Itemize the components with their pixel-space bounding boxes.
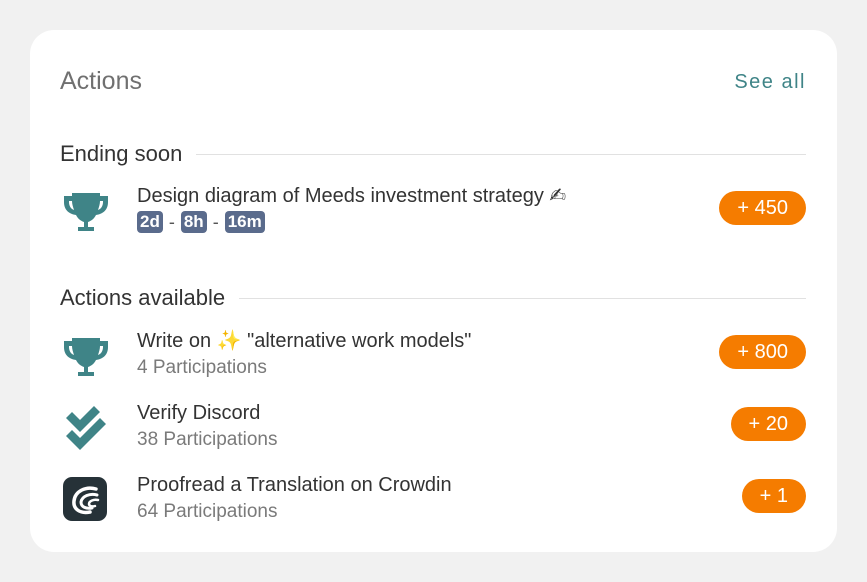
section-divider (196, 153, 806, 155)
points-badge[interactable]: + 450 (719, 191, 806, 225)
trophy-icon (60, 186, 112, 238)
countdown-days: 2d (137, 211, 163, 233)
action-row[interactable]: Write on ✨ "alternative work models" 4 P… (60, 329, 806, 385)
card-title: Actions (60, 67, 142, 95)
section-divider (239, 297, 806, 299)
action-row[interactable]: Design diagram of Meeds investment strat… (60, 184, 806, 240)
section-actions-available: Actions available (60, 285, 806, 311)
countdown-minutes: 16m (224, 211, 265, 233)
points-badge[interactable]: + 20 (730, 407, 806, 441)
actions-card: Actions See all Ending soon Design diagr… (30, 30, 837, 552)
action-title[interactable]: Proofread a Translation on Crowdin (137, 473, 452, 497)
countdown-hours: 8h (180, 211, 207, 233)
points-badge[interactable]: + 800 (719, 335, 806, 369)
action-title[interactable]: Verify Discord (137, 401, 260, 425)
action-row[interactable]: Proofread a Translation on Crowdin 64 Pa… (60, 473, 806, 529)
participations-count: 4 Participations (137, 357, 267, 378)
participations-count: 64 Participations (137, 501, 278, 522)
section-ending-soon-label: Ending soon (60, 141, 183, 166)
action-row[interactable]: Verify Discord 38 Participations + 20 (60, 401, 806, 457)
section-actions-available-label: Actions available (60, 285, 226, 310)
countdown: 2d - 8h - 16m (137, 211, 265, 233)
countdown-separator: - (168, 211, 175, 232)
action-title[interactable]: Write on ✨ "alternative work models" (137, 329, 471, 353)
section-ending-soon: Ending soon (60, 141, 806, 167)
points-badge[interactable]: + 1 (741, 479, 806, 513)
see-all-link[interactable]: See all (734, 70, 806, 94)
action-title[interactable]: Design diagram of Meeds investment strat… (137, 184, 566, 208)
trophy-icon (60, 331, 112, 383)
countdown-separator: - (212, 211, 219, 232)
participations-count: 38 Participations (137, 429, 278, 450)
double-check-icon (60, 403, 112, 455)
crowdin-icon (60, 475, 112, 527)
